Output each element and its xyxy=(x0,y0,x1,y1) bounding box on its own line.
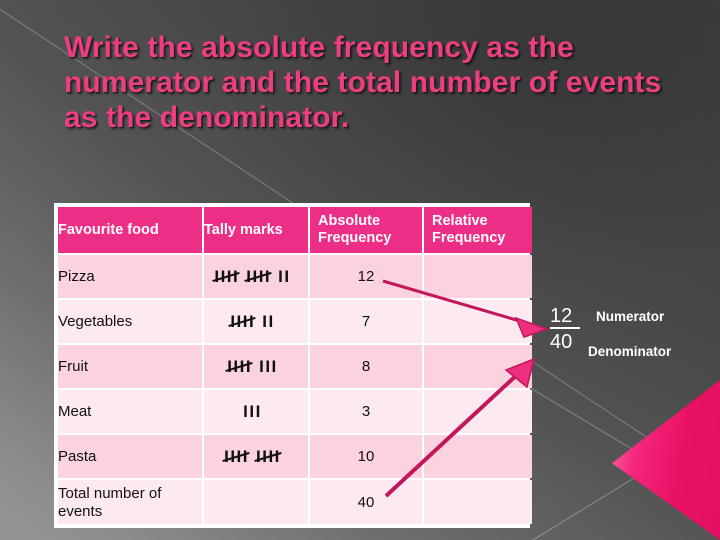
cell-relative-frequency xyxy=(424,345,532,388)
cell-favourite-food: Vegetables xyxy=(58,300,202,343)
cell-favourite-food: Pizza xyxy=(58,255,202,298)
numerator-label: Numerator xyxy=(596,309,665,324)
cell-tally-marks xyxy=(204,480,308,524)
tally-group-five: IIII xyxy=(244,267,272,287)
slide: Write the absolute frequency as the nume… xyxy=(0,0,720,540)
cell-tally-marks: IIIIIIII xyxy=(204,435,308,478)
table-row: VegetablesIIIIII7 xyxy=(58,300,532,343)
cell-relative-frequency xyxy=(424,255,532,298)
fraction-annotation: 12 40 xyxy=(550,306,580,352)
table-header-row: Favourite food Tally marks Absolute Freq… xyxy=(58,207,532,253)
tally-group-ones: II xyxy=(262,311,275,331)
cell-relative-frequency xyxy=(424,480,532,524)
column-header-tally-marks: Tally marks xyxy=(204,207,308,253)
column-header-relative-frequency: Relative Frequency xyxy=(424,207,532,253)
denominator-label: Denominator xyxy=(588,344,672,359)
slide-title: Write the absolute frequency as the nume… xyxy=(64,31,662,135)
cell-tally-marks: IIIIIII xyxy=(204,345,308,388)
cell-relative-frequency xyxy=(424,300,532,343)
cell-tally-marks: IIIIII xyxy=(204,300,308,343)
tally-group-ones: II xyxy=(278,266,291,286)
table-row: FruitIIIIIII8 xyxy=(58,345,532,388)
cell-relative-frequency xyxy=(424,390,532,433)
cell-favourite-food: Pasta xyxy=(58,435,202,478)
fraction-numerator: 12 xyxy=(550,306,580,329)
cell-tally-marks: IIIIIIIIII xyxy=(204,255,308,298)
cell-favourite-food: Total number of events xyxy=(58,480,202,524)
tally-group-five: IIII xyxy=(225,357,253,377)
table-row: PastaIIIIIIII10 xyxy=(58,435,532,478)
cell-absolute-frequency: 12 xyxy=(310,255,422,298)
frequency-table: Favourite food Tally marks Absolute Freq… xyxy=(54,203,532,528)
cell-tally-marks: III xyxy=(204,390,308,433)
table-row: Meat III 3 xyxy=(58,390,532,433)
cell-favourite-food: Fruit xyxy=(58,345,202,388)
tally-group-five: IIII xyxy=(222,447,250,467)
cell-absolute-frequency: 3 xyxy=(310,390,422,433)
tally-group-ones: III xyxy=(259,356,278,376)
tally-group-five: IIII xyxy=(254,447,282,467)
cell-absolute-frequency: 8 xyxy=(310,345,422,388)
tally-group-ones: III xyxy=(243,401,262,421)
cell-relative-frequency xyxy=(424,435,532,478)
column-header-absolute-frequency: Absolute Frequency xyxy=(310,207,422,253)
tally-group-five: IIII xyxy=(212,267,240,287)
cell-favourite-food: Meat xyxy=(58,390,202,433)
cell-absolute-frequency: 7 xyxy=(310,300,422,343)
tally-group-five: IIII xyxy=(228,312,256,332)
cell-absolute-frequency: 10 xyxy=(310,435,422,478)
column-header-favourite-food: Favourite food xyxy=(58,207,202,253)
cell-absolute-frequency: 40 xyxy=(310,480,422,524)
table-row: PizzaIIIIIIIIII12 xyxy=(58,255,532,298)
table-row: Total number of events 40 xyxy=(58,480,532,524)
fraction-denominator: 40 xyxy=(550,331,573,353)
